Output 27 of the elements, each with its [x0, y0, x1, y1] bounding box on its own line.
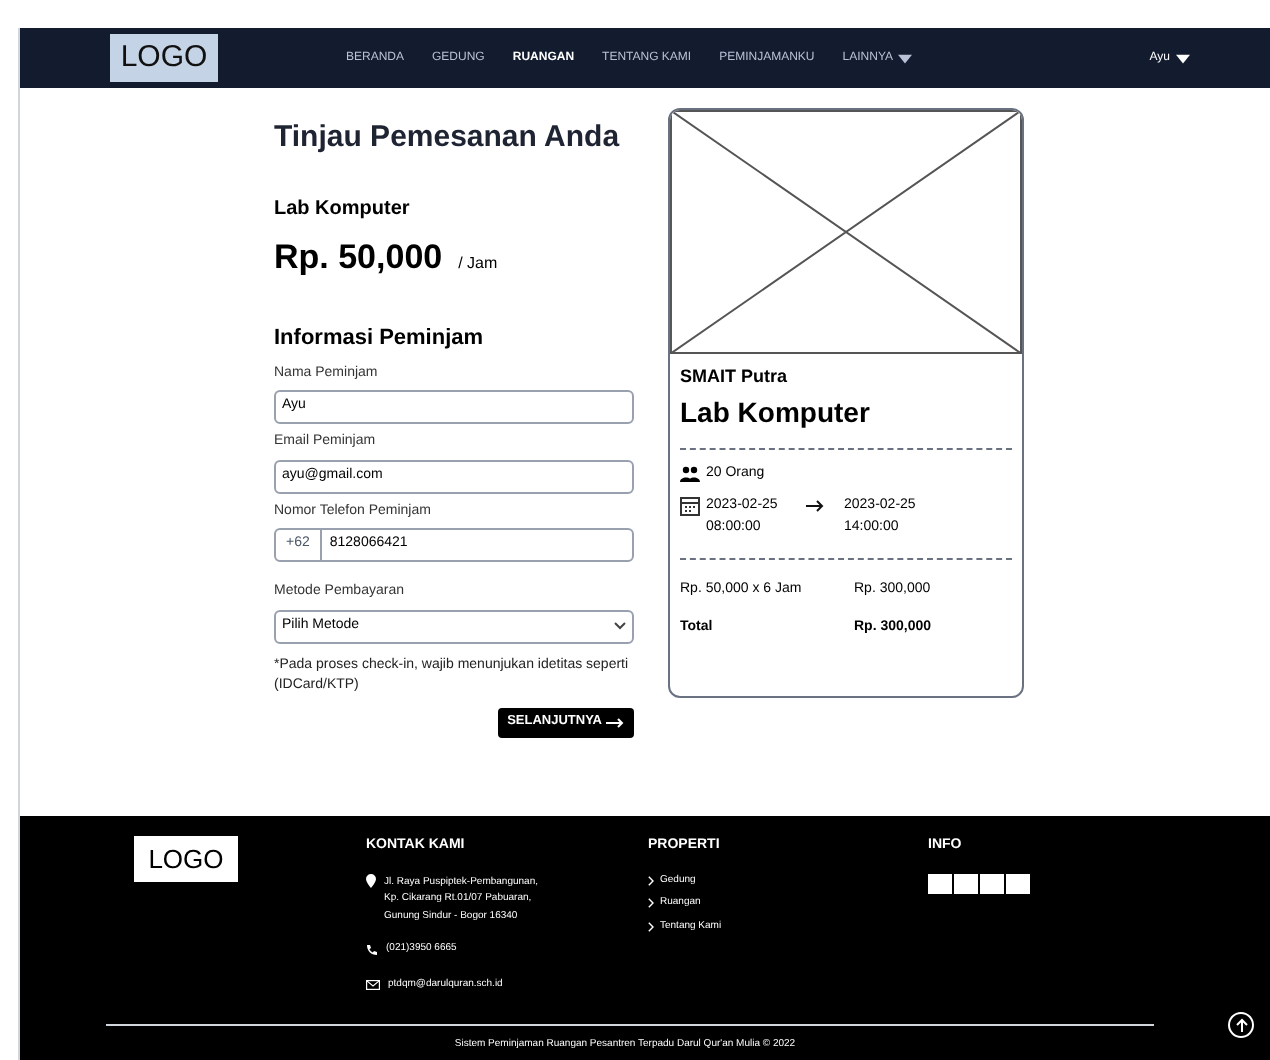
social-icon[interactable] [928, 873, 952, 893]
summary-room-name: Lab Komputer [680, 393, 872, 432]
caret-icon [1176, 53, 1190, 63]
chevron-right-icon [648, 875, 654, 886]
chevron-right-icon [648, 921, 654, 932]
social-icon[interactable] [1006, 873, 1030, 893]
page-title: Tinjau Pemesanan Anda [274, 118, 622, 158]
room-price: Rp. 50,000 [274, 235, 443, 279]
footer-logo[interactable]: LOGO [134, 836, 238, 882]
logo[interactable]: LOGO [110, 34, 218, 82]
chevron-down-icon [614, 622, 626, 630]
price-unit: / Jam [458, 251, 498, 275]
arrow-up-icon [1235, 1018, 1247, 1032]
location-pin-icon [366, 873, 376, 887]
section-heading: Informasi Peminjam [274, 324, 486, 354]
building-name: SMAIT Putra [680, 364, 790, 390]
arrow-right-icon [606, 717, 624, 727]
people-icon [680, 465, 700, 482]
chevron-right-icon [648, 898, 654, 909]
mail-icon [366, 979, 380, 990]
calendar-icon [680, 496, 700, 516]
room-name: Lab Komputer [274, 195, 412, 223]
social-icon[interactable] [980, 873, 1004, 893]
scroll-top-button[interactable] [1228, 1012, 1254, 1038]
arrow-right-icon [806, 500, 824, 512]
phone-icon [366, 943, 378, 956]
social-icon[interactable] [954, 873, 978, 893]
